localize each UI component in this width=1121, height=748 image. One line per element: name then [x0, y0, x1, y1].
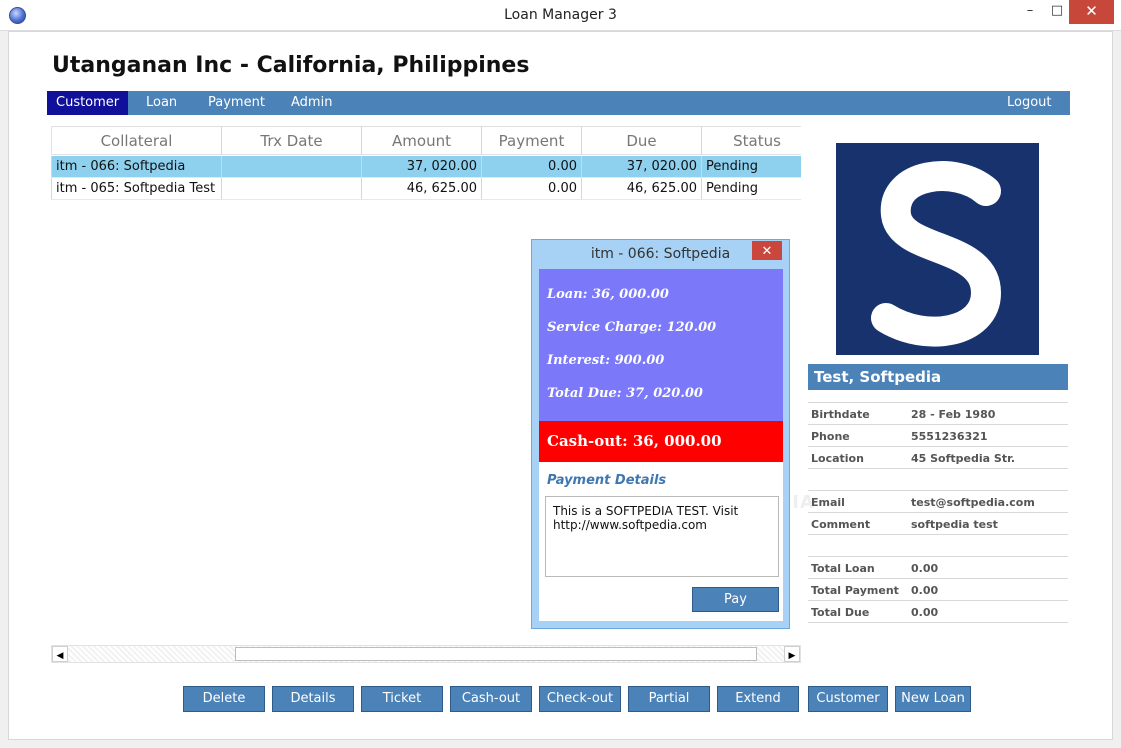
total-payment-value: 0.00	[911, 584, 939, 597]
cell-collateral: itm - 066: Softpedia	[51, 156, 222, 177]
email-label: Email	[811, 496, 845, 509]
column-header-collateral[interactable]: Collateral	[51, 126, 222, 155]
popup-body: Loan: 36, 000.00 Service Charge: 120.00 …	[539, 269, 783, 621]
delete-button[interactable]: Delete	[183, 686, 265, 712]
company-title: Utanganan Inc - California, Philippines	[52, 53, 530, 78]
horizontal-scrollbar[interactable]: ◀ ▶	[51, 645, 801, 663]
payment-details-label: Payment Details	[547, 473, 667, 488]
total-loan-label: Total Loan	[811, 562, 875, 575]
cell-status: Pending	[706, 159, 758, 174]
nav-bar: Customer Loan Payment Admin Logout	[47, 91, 1070, 115]
pay-button[interactable]: Pay	[692, 587, 779, 612]
nav-logout[interactable]: Logout	[998, 91, 1061, 115]
cashout-banner: Cash-out: 36, 000.00	[539, 421, 783, 462]
cell-due: 46, 625.00	[582, 178, 702, 199]
loan-detail-popup: itm - 066: Softpedia ✕ Loan: 36, 000.00 …	[531, 239, 790, 629]
checkout-button[interactable]: Check-out	[539, 686, 621, 712]
window-title: Loan Manager 3	[504, 7, 617, 23]
cell-amount: 37, 020.00	[362, 156, 482, 177]
nav-payment[interactable]: Payment	[199, 91, 274, 115]
interest: Interest: 900.00	[547, 353, 665, 368]
title-bar: Loan Manager 3 – □ ✕	[0, 0, 1121, 31]
birthdate-label: Birthdate	[811, 408, 870, 421]
scroll-right-icon[interactable]: ▶	[784, 646, 800, 662]
total-due-label: Total Due	[811, 606, 870, 619]
table-row[interactable]: itm - 066: Softpedia 37, 020.00 0.00 37,…	[51, 156, 801, 178]
column-header-due[interactable]: Due	[582, 126, 702, 155]
column-header-trx-date[interactable]: Trx Date	[222, 126, 362, 155]
info-total-payment: Total Payment 0.00	[808, 578, 1068, 600]
comment-label: Comment	[811, 518, 871, 531]
cell-amount: 46, 625.00	[362, 178, 482, 199]
customer-photo	[836, 143, 1039, 355]
table-row[interactable]: itm - 065: Softpedia Test 46, 625.00 0.0…	[51, 178, 801, 200]
details-button[interactable]: Details	[272, 686, 354, 712]
info-total-due: Total Due 0.00	[808, 600, 1068, 622]
minimize-icon[interactable]: –	[1015, 0, 1045, 24]
service-charge: Service Charge: 120.00	[547, 320, 717, 335]
scrollbar-thumb[interactable]	[235, 647, 757, 661]
loans-table: Collateral Trx Date Amount Payment Due S…	[51, 126, 801, 201]
info-phone: Phone 5551236321	[808, 424, 1068, 446]
ticket-button[interactable]: Ticket	[361, 686, 443, 712]
column-header-payment[interactable]: Payment	[482, 126, 582, 155]
cashout-button[interactable]: Cash-out	[450, 686, 532, 712]
cell-payment: 0.00	[482, 156, 582, 177]
column-header-status[interactable]: Status	[702, 126, 801, 155]
location-value: 45 Softpedia Str.	[911, 452, 1016, 465]
info-comment: Comment softpedia test	[808, 512, 1068, 534]
nav-customer[interactable]: Customer	[47, 91, 129, 115]
phone-value: 5551236321	[911, 430, 988, 443]
info-email: Email test@softpedia.com	[808, 490, 1068, 512]
cashout-amount: Cash-out: 36, 000.00	[547, 432, 722, 450]
cell-trx-date	[222, 156, 362, 177]
birthdate-value: 28 - Feb 1980	[911, 408, 996, 421]
location-label: Location	[811, 452, 864, 465]
info-location: Location 45 Softpedia Str.	[808, 446, 1068, 468]
loan-summary: Loan: 36, 000.00 Service Charge: 120.00 …	[539, 269, 783, 421]
scroll-left-icon[interactable]: ◀	[52, 646, 68, 662]
cell-due: 37, 020.00	[582, 156, 702, 177]
column-header-amount[interactable]: Amount	[362, 126, 482, 155]
info-divider	[808, 468, 1068, 469]
payment-details-textarea[interactable]: This is a SOFTPEDIA TEST. Visit http://w…	[545, 496, 779, 577]
total-due-value: 0.00	[911, 606, 939, 619]
total-due: Total Due: 37, 020.00	[547, 386, 703, 401]
total-loan-value: 0.00	[911, 562, 939, 575]
partial-button[interactable]: Partial	[628, 686, 710, 712]
softpedia-logo-icon	[836, 143, 1039, 355]
nav-admin[interactable]: Admin	[282, 91, 341, 115]
cell-payment: 0.00	[482, 178, 582, 199]
loan-amount: Loan: 36, 000.00	[547, 287, 669, 302]
info-birthdate: Birthdate 28 - Feb 1980	[808, 402, 1068, 424]
popup-close-icon[interactable]: ✕	[752, 241, 782, 260]
cell-status: Pending	[706, 181, 758, 196]
maximize-icon[interactable]: □	[1042, 0, 1072, 24]
cell-trx-date	[222, 178, 362, 199]
total-payment-label: Total Payment	[811, 584, 899, 597]
customer-button[interactable]: Customer	[808, 686, 888, 712]
info-total-loan: Total Loan 0.00	[808, 556, 1068, 578]
close-icon[interactable]: ✕	[1069, 0, 1114, 24]
phone-label: Phone	[811, 430, 850, 443]
nav-loan[interactable]: Loan	[137, 91, 186, 115]
info-divider	[808, 622, 1068, 623]
cell-collateral: itm - 065: Softpedia Test	[51, 178, 222, 199]
new-loan-button[interactable]: New Loan	[895, 686, 971, 712]
table-header: Collateral Trx Date Amount Payment Due S…	[51, 126, 801, 155]
extend-button[interactable]: Extend	[717, 686, 799, 712]
info-divider	[808, 534, 1068, 535]
customer-name: Test, Softpedia	[808, 364, 1068, 390]
comment-value: softpedia test	[911, 518, 998, 531]
email-value: test@softpedia.com	[911, 496, 1035, 509]
popup-title: itm - 066: Softpedia	[590, 246, 731, 262]
